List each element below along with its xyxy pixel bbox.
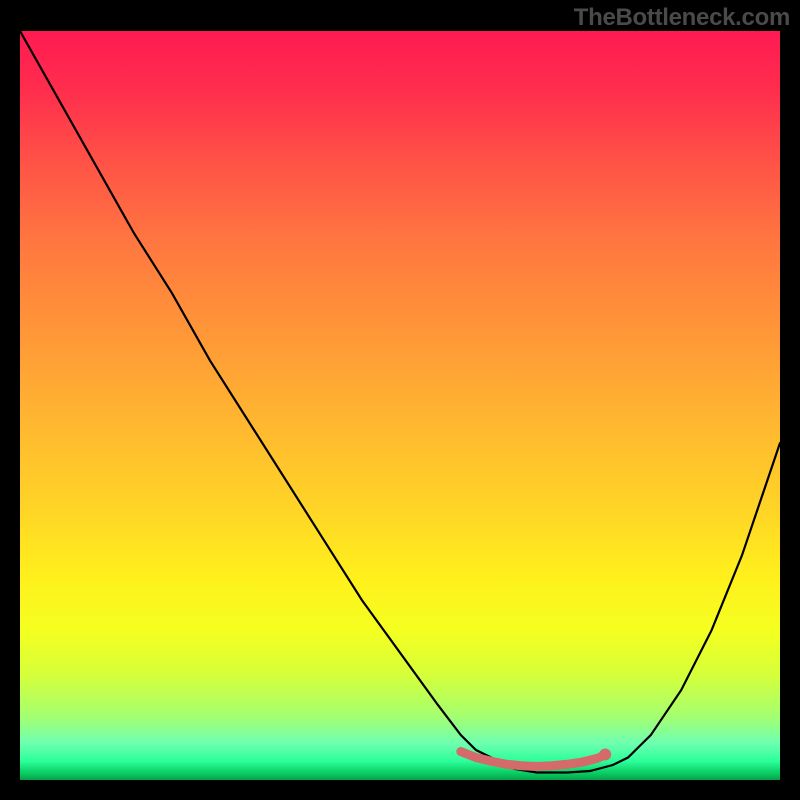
curve-svg — [20, 31, 780, 780]
watermark-text: TheBottleneck.com — [574, 4, 790, 32]
plot-area — [20, 31, 780, 780]
chart-frame: TheBottleneck.com — [0, 0, 800, 800]
highlight-end-dot — [599, 749, 611, 761]
bottleneck-curve-path — [20, 31, 780, 773]
